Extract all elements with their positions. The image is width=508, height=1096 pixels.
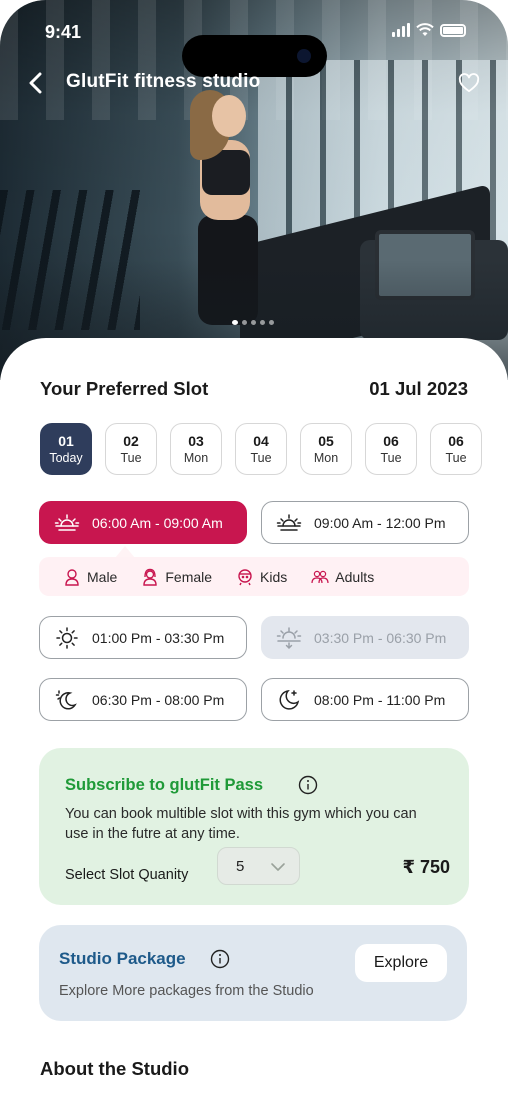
- carousel-dot[interactable]: [242, 320, 247, 325]
- day-chip[interactable]: 01 Today: [40, 423, 92, 475]
- page-title: GlutFit fitness studio: [66, 71, 261, 92]
- day-selector: 01 Today 02 Tue 03 Mon 04 Tue 05 Mon 06 …: [40, 423, 482, 475]
- pass-price: ₹ 750: [402, 857, 450, 877]
- info-icon[interactable]: [210, 949, 230, 969]
- time-slot-label: 09:00 Am - 12:00 Pm: [314, 514, 446, 531]
- day-chip[interactable]: 05 Mon: [300, 423, 352, 475]
- kids-icon: [236, 568, 254, 586]
- carousel-dot[interactable]: [260, 320, 265, 325]
- signal-icon: [392, 23, 410, 37]
- heart-outline-icon: [458, 73, 480, 93]
- carousel-dot[interactable]: [232, 320, 238, 325]
- female-icon: [141, 568, 159, 586]
- pass-title: Subscribe to glutFit Pass: [65, 776, 264, 794]
- day-chip[interactable]: 04 Tue: [235, 423, 287, 475]
- slot-header: Your Preferred Slot 01 Jul 2023: [40, 378, 468, 400]
- time-slot-label: 08:00 Pm - 11:00 Pm: [314, 691, 446, 708]
- category-label: Female: [165, 568, 213, 585]
- carousel-dot[interactable]: [269, 320, 274, 325]
- category-label: Adults: [335, 568, 375, 585]
- moon-sun-icon: [54, 688, 80, 712]
- category-male[interactable]: Male: [63, 568, 117, 586]
- favorite-button[interactable]: [456, 70, 482, 96]
- moon-stars-icon: [276, 688, 302, 712]
- back-button[interactable]: [22, 68, 50, 98]
- pass-description: You can book multible slot with this gym…: [65, 806, 417, 842]
- battery-icon: [440, 23, 466, 37]
- day-chip[interactable]: 06 Tue: [430, 423, 482, 475]
- day-label: Today: [49, 450, 83, 465]
- slot-quantity-value: 5: [236, 857, 245, 875]
- sunrise-icon: [54, 511, 80, 535]
- day-label: Tue: [120, 450, 142, 465]
- day-label: Tue: [250, 450, 272, 465]
- selected-date: 01 Jul 2023: [369, 378, 468, 399]
- status-time: 9:41: [45, 22, 82, 42]
- category-filter: Male Female Kids Adults: [39, 557, 469, 596]
- chevron-left-icon: [29, 72, 42, 94]
- adults-icon: [311, 568, 329, 586]
- day-number: 06: [448, 432, 464, 449]
- chevron-down-icon: [271, 863, 285, 871]
- carousel-indicator[interactable]: [232, 320, 274, 325]
- sun-icon: [54, 626, 80, 650]
- package-title: Studio Package: [59, 949, 186, 968]
- category-adults[interactable]: Adults: [311, 568, 374, 586]
- time-slot-label: 03:30 Pm - 06:30 Pm: [314, 629, 447, 646]
- day-label: Tue: [380, 450, 402, 465]
- time-slot-button[interactable]: 06:30 Pm - 08:00 Pm: [39, 678, 247, 721]
- package-description: Explore More packages from the Studio: [59, 983, 314, 999]
- time-slot-button[interactable]: 09:00 Am - 12:00 Pm: [261, 501, 469, 544]
- carousel-dot[interactable]: [251, 320, 256, 325]
- time-slot-button[interactable]: 08:00 Pm - 11:00 Pm: [261, 678, 469, 721]
- time-slot-button[interactable]: 03:30 Pm - 06:30 Pm: [261, 616, 469, 659]
- wifi-icon: [416, 23, 434, 36]
- day-chip[interactable]: 03 Mon: [170, 423, 222, 475]
- slot-section-title: Your Preferred Slot: [40, 378, 209, 399]
- day-label: Mon: [313, 450, 339, 465]
- pass-card: Subscribe to glutFit Pass You can book m…: [39, 748, 469, 905]
- time-slot-label: 06:30 Pm - 08:00 Pm: [92, 691, 225, 708]
- category-label: Male: [87, 568, 118, 585]
- day-number: 04: [253, 432, 269, 449]
- info-icon[interactable]: [298, 775, 318, 795]
- about-section-title: About the Studio: [40, 1058, 189, 1079]
- sunset-icon: [276, 626, 302, 650]
- status-bar: 9:41: [0, 20, 508, 77]
- day-label: Mon: [183, 450, 209, 465]
- day-number: 01: [58, 432, 74, 449]
- male-icon: [63, 568, 81, 586]
- day-number: 06: [383, 432, 399, 449]
- category-kids[interactable]: Kids: [236, 568, 287, 586]
- package-card: Studio Package Explore More packages fro…: [39, 925, 467, 1021]
- sunrise-icon: [276, 511, 302, 535]
- content-sheet: Your Preferred Slot 01 Jul 2023 01 Today…: [0, 338, 508, 1096]
- time-slot-label: 06:00 Am - 09:00 Am: [92, 514, 223, 531]
- time-slot-button[interactable]: 06:00 Am - 09:00 Am: [39, 501, 247, 544]
- slot-quantity-label: Select Slot Quanity: [65, 867, 189, 883]
- category-label: Kids: [260, 568, 288, 585]
- app-screen: 9:41 GlutFit fitness studio Your Preferr…: [0, 0, 508, 1096]
- top-bar: GlutFit fitness studio: [0, 66, 508, 100]
- day-number: 03: [188, 432, 204, 449]
- day-chip[interactable]: 02 Tue: [105, 423, 157, 475]
- day-number: 02: [123, 432, 139, 449]
- slot-quantity-select[interactable]: 5: [217, 847, 300, 885]
- day-label: Tue: [445, 450, 467, 465]
- explore-button[interactable]: Explore: [355, 944, 447, 982]
- time-slot-button[interactable]: 01:00 Pm - 03:30 Pm: [39, 616, 247, 659]
- day-chip[interactable]: 06 Tue: [365, 423, 417, 475]
- category-female[interactable]: Female: [141, 568, 212, 586]
- day-number: 05: [318, 432, 334, 449]
- time-slot-label: 01:00 Pm - 03:30 Pm: [92, 629, 225, 646]
